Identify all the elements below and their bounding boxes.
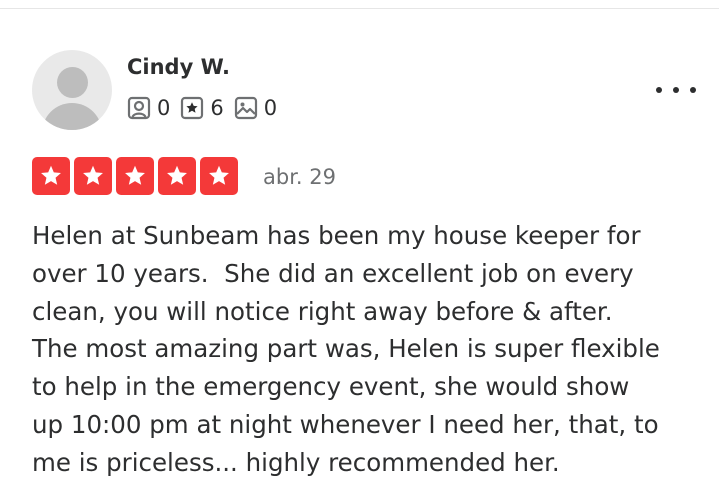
review-line: The most amazing part was, Helen is supe… <box>32 334 660 364</box>
divider <box>0 8 719 9</box>
reviews-count: 6 <box>210 96 224 120</box>
review-star-icon <box>181 96 204 120</box>
avatar-head <box>57 67 88 98</box>
photos-count: 0 <box>263 96 278 120</box>
friends-stat: 0 <box>127 95 170 121</box>
dot <box>656 87 662 93</box>
review-line: Helen at Sunbeam has been my house keepe… <box>32 221 641 250</box>
friends-count: 0 <box>157 96 171 120</box>
star-rating <box>32 157 242 195</box>
review-card: Cindy W. 0 6 0 abr. 29 Helen at Sunbeam … <box>0 0 719 493</box>
review-line: me is priceless... highly recommended he… <box>32 447 560 477</box>
review-line: clean, you will notice right away before… <box>32 296 613 326</box>
dot <box>673 87 679 93</box>
review-line: to help in the emergency event, she woul… <box>32 372 630 402</box>
rating-star-icon <box>158 157 196 195</box>
more-options-icon[interactable] <box>656 82 696 98</box>
photos-stat: 0 <box>234 95 277 121</box>
review-line: up 10:00 pm at night whenever I need her… <box>32 409 659 439</box>
avatar[interactable] <box>32 50 112 130</box>
reviews-stat: 6 <box>180 95 224 121</box>
friends-icon <box>127 96 151 120</box>
review-text: Helen at Sunbeam has been my house keepe… <box>32 217 702 482</box>
rating-star-icon <box>74 157 112 195</box>
avatar-body <box>42 103 102 130</box>
photo-icon <box>234 96 257 120</box>
rating-star-icon <box>32 157 70 195</box>
rating-star-icon <box>116 157 154 195</box>
review-line: over 10 years. She did an excellent job … <box>32 258 634 288</box>
reviewer-name[interactable]: Cindy W. <box>127 54 230 80</box>
review-date: abr. 29 <box>263 165 336 189</box>
rating-star-icon <box>200 157 238 195</box>
reviewer-stats: 0 6 0 <box>127 94 287 122</box>
dot <box>690 87 696 93</box>
